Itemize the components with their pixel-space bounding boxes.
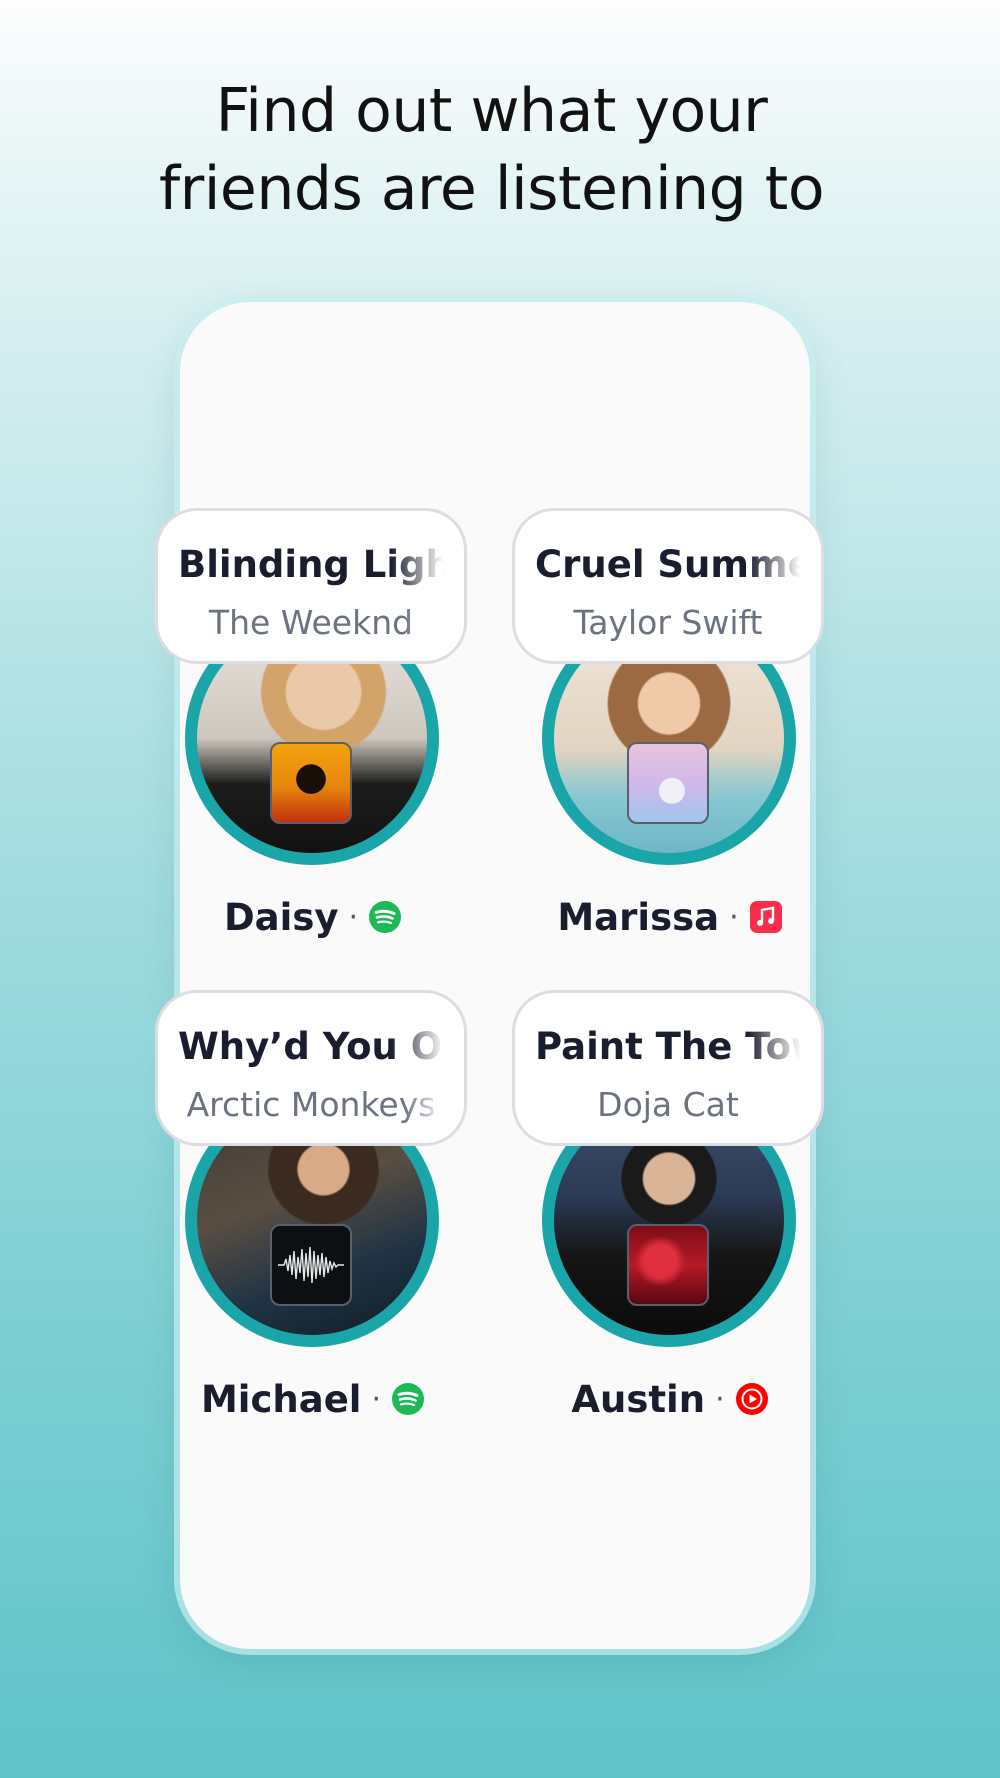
friend-card-marissa[interactable]: Cruel Summer Taylor Swift Marissa · <box>512 508 828 939</box>
spotify-icon <box>369 901 402 933</box>
now-playing-bubble[interactable]: Why’d You Only Call Me When You’re High?… <box>155 990 467 1146</box>
separator: · <box>729 899 739 935</box>
album-art-after-hours <box>270 742 352 824</box>
song-title: Why’d You Only Call Me When You’re High? <box>178 1025 444 1068</box>
friend-name: Michael <box>200 1377 362 1421</box>
soundwave-icon <box>278 1246 344 1284</box>
album-art-am <box>270 1224 352 1306</box>
song-title: Paint The Town Red <box>535 1025 801 1068</box>
song-title: Cruel Summer <box>535 543 801 586</box>
apple-music-icon <box>749 901 782 933</box>
headline-line-1: Find out what your <box>215 76 768 146</box>
friend-card-daisy[interactable]: Blinding Lights The Weeknd Daisy · <box>155 508 471 939</box>
now-playing-bubble[interactable]: Cruel Summer Taylor Swift <box>512 508 824 664</box>
artist-name: Arctic Monkeys <box>186 1085 436 1124</box>
song-title: Blinding Lights <box>178 543 444 586</box>
friend-name-row: Michael · <box>155 1372 471 1426</box>
friend-name: Daisy <box>223 895 339 939</box>
now-playing-bubble[interactable]: Blinding Lights The Weeknd <box>155 508 467 664</box>
album-art-lover <box>627 742 709 824</box>
friend-name: Marissa <box>557 895 720 939</box>
artist-name: The Weeknd <box>208 603 414 642</box>
album-art-scarlet <box>627 1224 709 1306</box>
friend-card-michael[interactable]: Why’d You Only Call Me When You’re High?… <box>155 990 471 1421</box>
friend-name-row: Daisy · <box>155 890 471 944</box>
headline-line-2: friends are listening to <box>158 154 825 224</box>
friend-name-row: Marissa · <box>512 890 828 944</box>
separator: · <box>715 1381 725 1417</box>
headline: Find out what your friends are listening… <box>0 72 983 228</box>
artist-name: Doja Cat <box>597 1085 739 1124</box>
friend-name-row: Austin · <box>512 1372 828 1426</box>
youtube-music-icon <box>735 1383 768 1415</box>
separator: · <box>348 899 359 935</box>
spotify-icon <box>392 1383 425 1415</box>
friend-card-austin[interactable]: Paint The Town Red Doja Cat Austin · <box>512 990 828 1421</box>
phone-mockup <box>180 302 810 1649</box>
now-playing-bubble[interactable]: Paint The Town Red Doja Cat <box>512 990 824 1146</box>
artist-name: Taylor Swift <box>573 603 763 642</box>
separator: · <box>371 1381 382 1417</box>
friend-name: Austin <box>571 1377 706 1421</box>
